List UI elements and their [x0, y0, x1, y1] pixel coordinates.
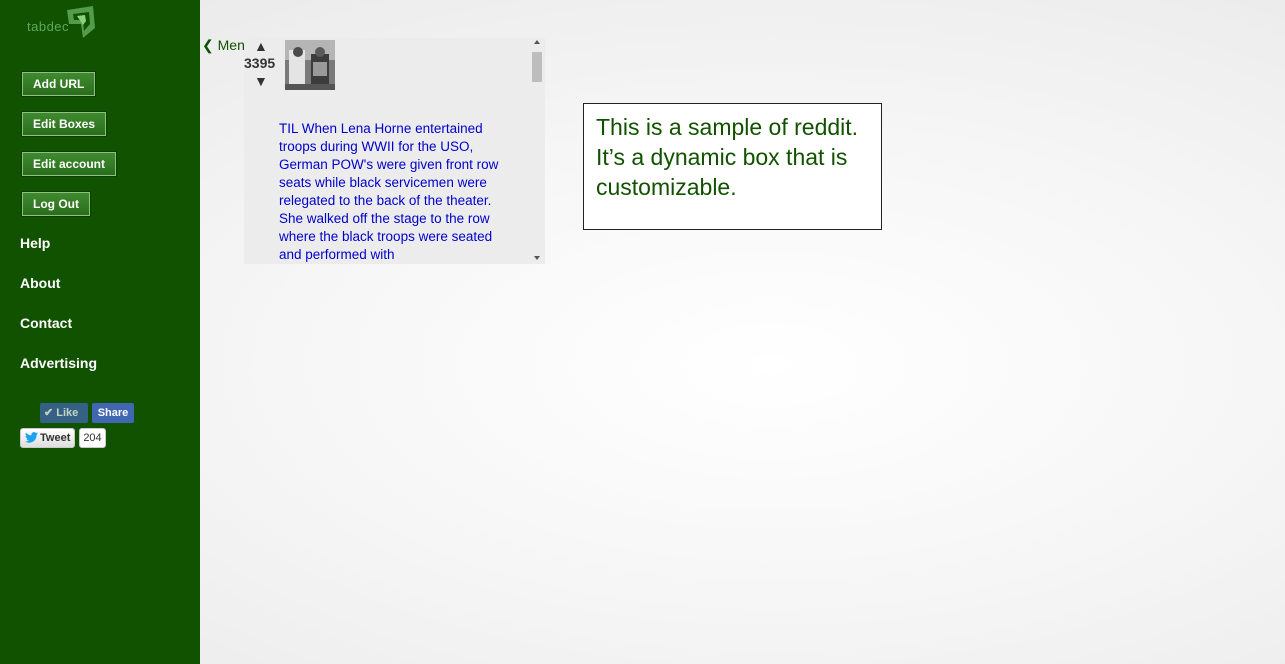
edit-account-button[interactable]: Edit account — [22, 152, 117, 176]
scroll-up-arrow-icon[interactable] — [534, 40, 540, 44]
about-link[interactable]: About — [20, 275, 60, 291]
post-score: 3395 — [244, 55, 276, 71]
log-out-button[interactable]: Log Out — [22, 192, 90, 216]
add-url-button[interactable]: Add URL — [22, 72, 96, 96]
post-thumbnail[interactable] — [285, 40, 335, 90]
checkmark-icon: ✔ — [44, 407, 54, 419]
edit-boxes-button[interactable]: Edit Boxes — [22, 112, 107, 136]
tabdec-logo[interactable]: tabdec — [27, 4, 101, 40]
reddit-box[interactable]: ▲ 3395 ▼ TIL When Lena Horne entertained… — [244, 38, 545, 264]
facebook-like-button[interactable]: ✔ Like — [40, 403, 88, 423]
thumbnail-image — [285, 40, 335, 90]
like-label: Like — [56, 407, 79, 419]
contact-link[interactable]: Contact — [20, 315, 72, 331]
twitter-bird-icon — [25, 432, 38, 443]
tweet-label: Tweet — [40, 432, 71, 444]
tweet-count: 204 — [79, 428, 106, 448]
downvote-arrow-icon[interactable]: ▼ — [254, 73, 268, 89]
tweet-button[interactable]: Tweet — [20, 428, 75, 448]
sidebar: tabdec Add URL Edit Boxes Edit account L… — [0, 0, 200, 664]
help-link[interactable]: Help — [20, 235, 50, 251]
upvote-arrow-icon[interactable]: ▲ — [254, 38, 268, 54]
reddit-box-scrollbar[interactable] — [530, 38, 545, 264]
scroll-thumb[interactable] — [532, 52, 542, 82]
facebook-share-button[interactable]: Share — [92, 403, 134, 423]
advertising-link[interactable]: Advertising — [20, 355, 97, 371]
logo-mark-icon — [67, 6, 95, 38]
post-title-link[interactable]: TIL When Lena Horne entertained troops d… — [279, 120, 499, 264]
info-box: This is a sample of reddit. It’s a dynam… — [583, 103, 882, 230]
scroll-down-arrow-icon[interactable] — [534, 256, 540, 260]
